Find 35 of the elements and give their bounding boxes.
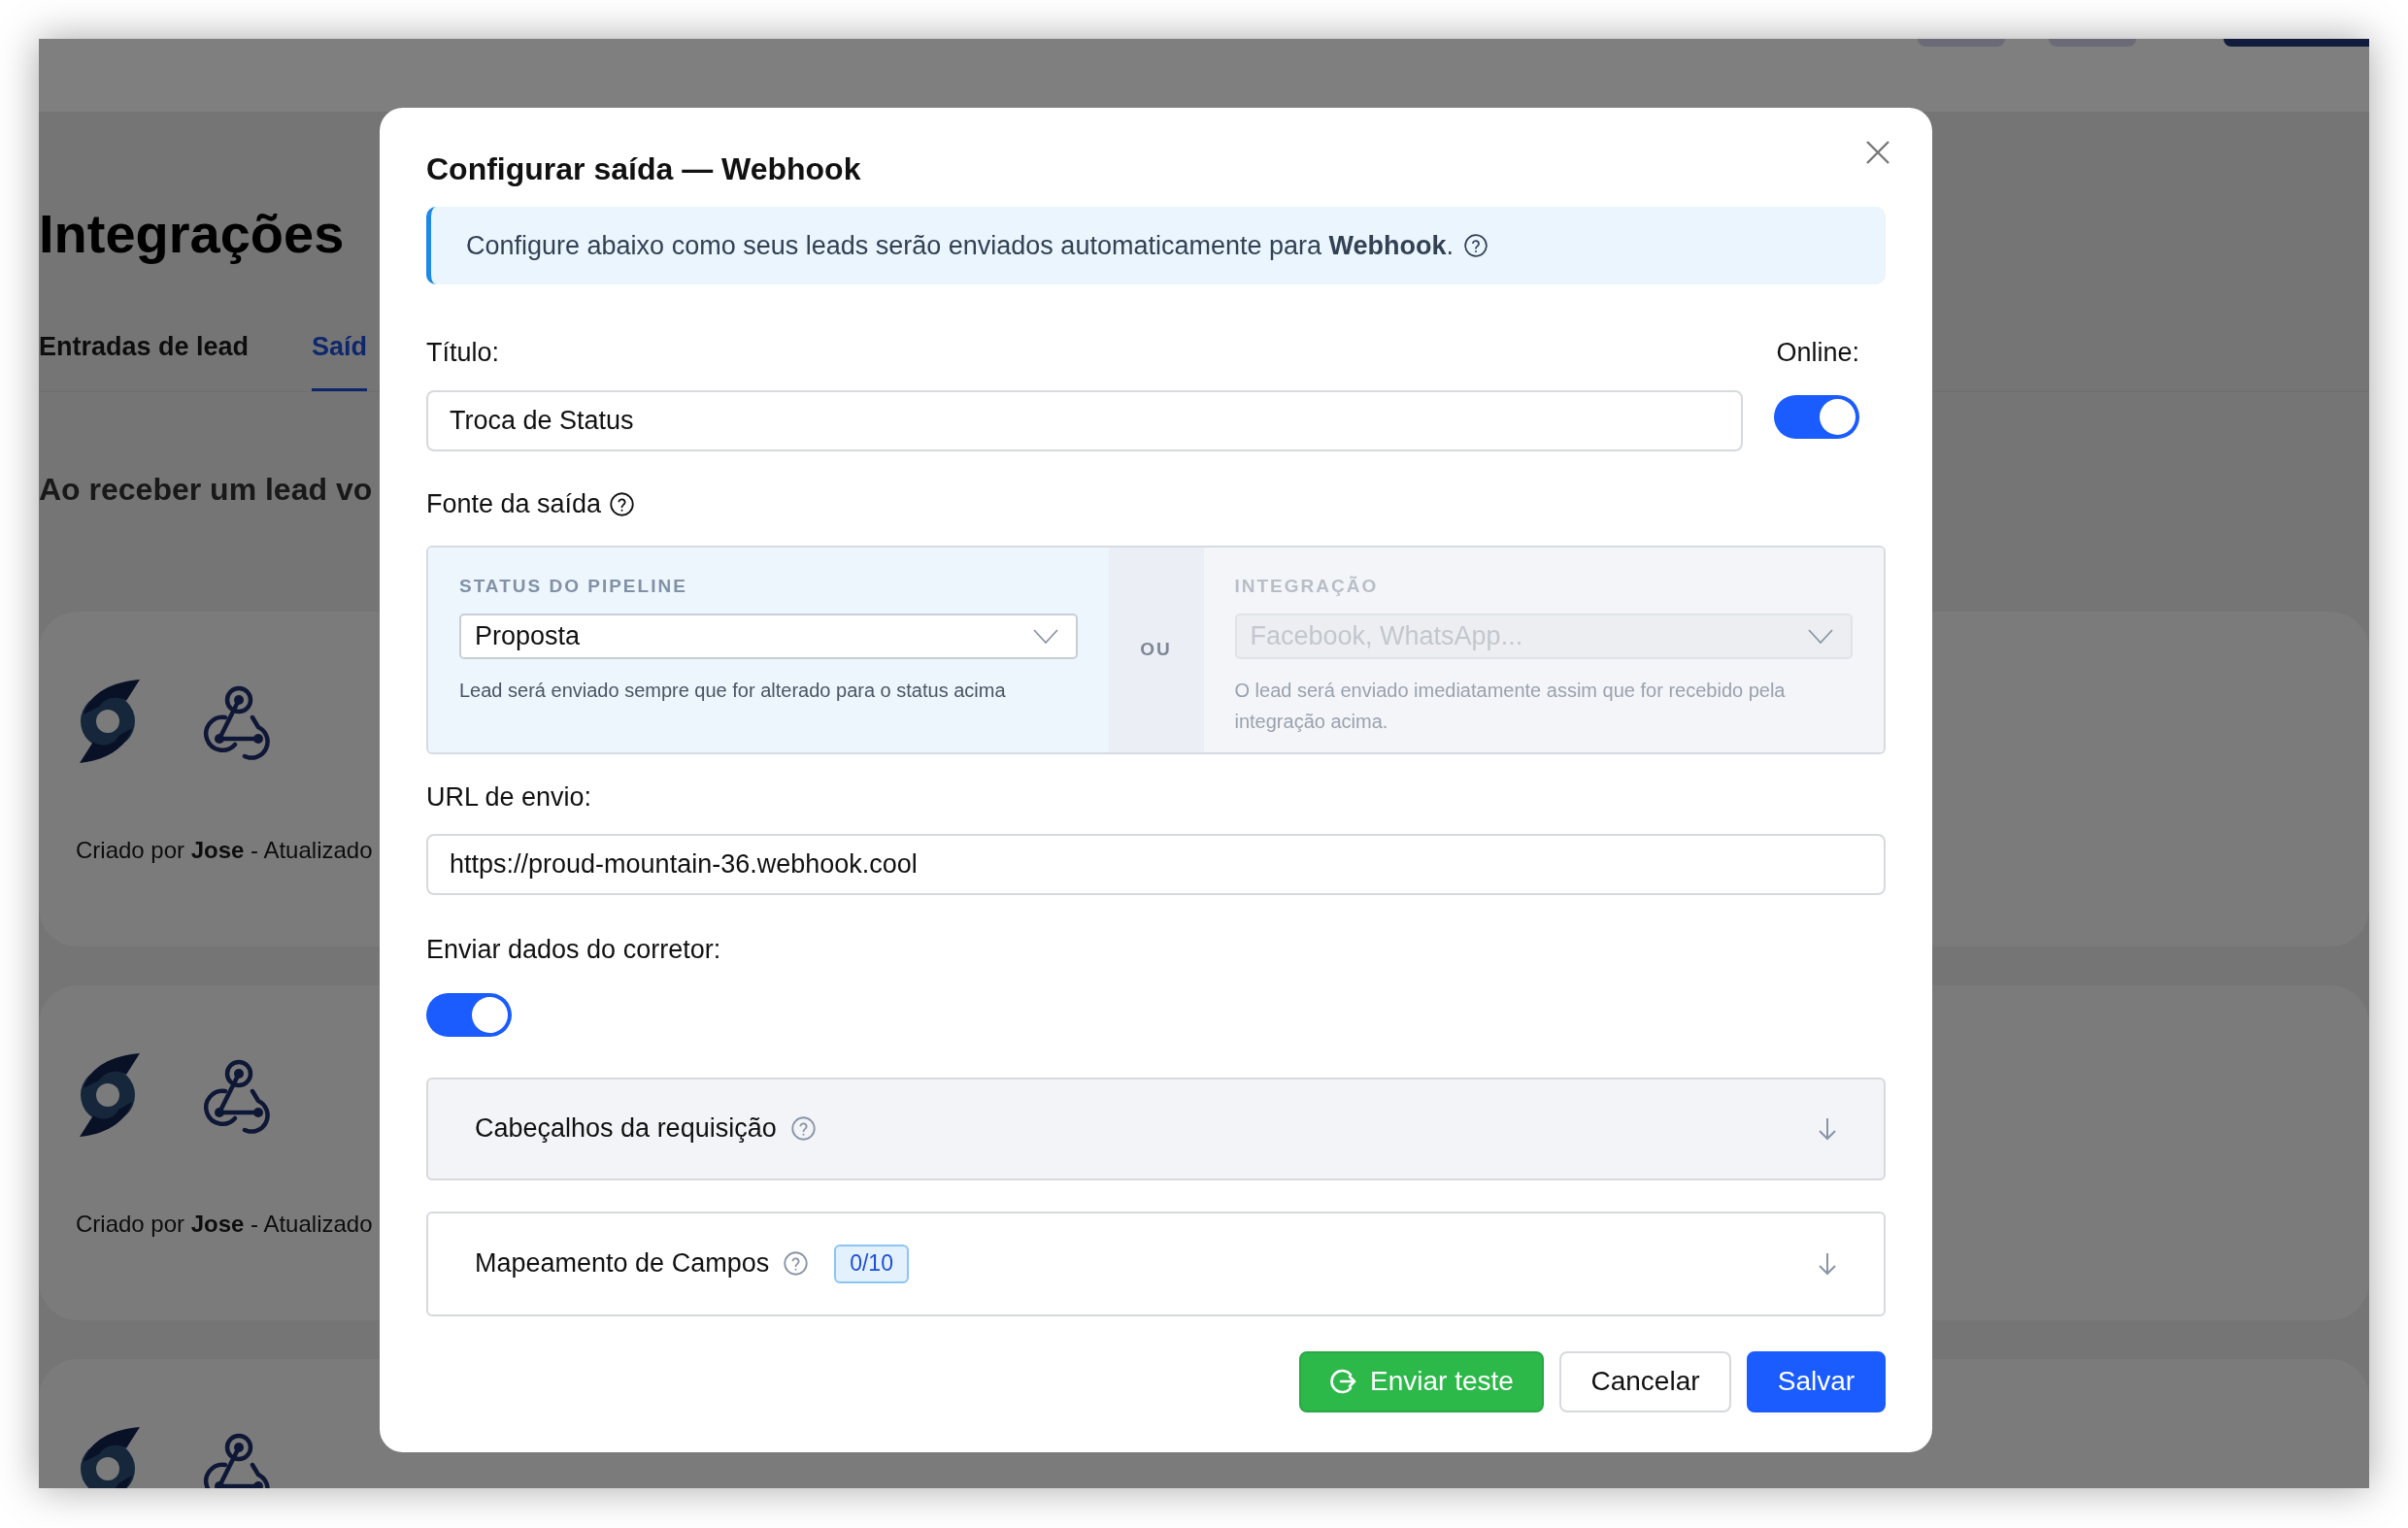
help-icon[interactable]	[609, 490, 636, 517]
toggle-switch[interactable]	[1774, 395, 1859, 439]
hint-text: Lead será enviado sempre que for alterado para o status acima	[459, 679, 1007, 703]
hint-text: O lead será enviado imediatamente assim que for recebido pela integração acima.	[1234, 679, 1787, 734]
or-label: OU	[1140, 637, 1172, 661]
arrow-down-icon	[1818, 1116, 1837, 1141]
card-caption: Criado por Jose - Atualizado	[76, 1209, 373, 1239]
field-label: Online:	[1776, 337, 1859, 369]
field-label: URL de envio:	[426, 781, 593, 814]
cancel-button[interactable]: Cancelar	[1559, 1350, 1731, 1412]
card-caption: Criado por Jose - Atualizado	[76, 835, 373, 865]
toggle-switch[interactable]	[426, 992, 512, 1037]
section-label: STATUS DO PIPELINE	[459, 574, 688, 598]
send-icon	[1329, 1368, 1357, 1395]
close-icon[interactable]	[1864, 139, 1891, 166]
dialog-title: Configurar saída — Webhook	[426, 150, 861, 188]
field-label: Título:	[426, 337, 501, 369]
count-badge: 0/10	[834, 1244, 909, 1283]
accordion-header[interactable]: Cabeçalhos da requisição	[426, 1077, 1886, 1180]
field-label: Fonte da saída	[426, 488, 602, 520]
arrow-down-icon	[1818, 1251, 1837, 1276]
accordion-header[interactable]: Mapeamento de Campos 0/10	[426, 1211, 1886, 1316]
url-input[interactable]: https://proud-mountain-36.webhook.cool	[426, 833, 1886, 895]
accordion-title: Cabeçalhos da requisição	[475, 1113, 777, 1146]
section-label: INTEGRAÇÃO	[1234, 574, 1380, 598]
chevron-down-icon[interactable]	[1032, 628, 1058, 645]
info-text: Configure abaixo como seus leads serão enviados automaticamente para Webhook.	[466, 229, 1455, 262]
title-input[interactable]: Troca de Status	[426, 390, 1743, 451]
accordion-title: Mapeamento de Campos	[475, 1247, 770, 1280]
help-icon[interactable]	[1463, 233, 1489, 258]
field-label: Enviar dados do corretor:	[426, 933, 722, 966]
intro-text: Ao receber um lead vo	[39, 470, 373, 509]
tab[interactable]: Entradas de lead	[39, 327, 250, 391]
select-field[interactable]: Proposta	[459, 614, 1078, 659]
save-button[interactable]: Salvar	[1747, 1350, 1886, 1412]
